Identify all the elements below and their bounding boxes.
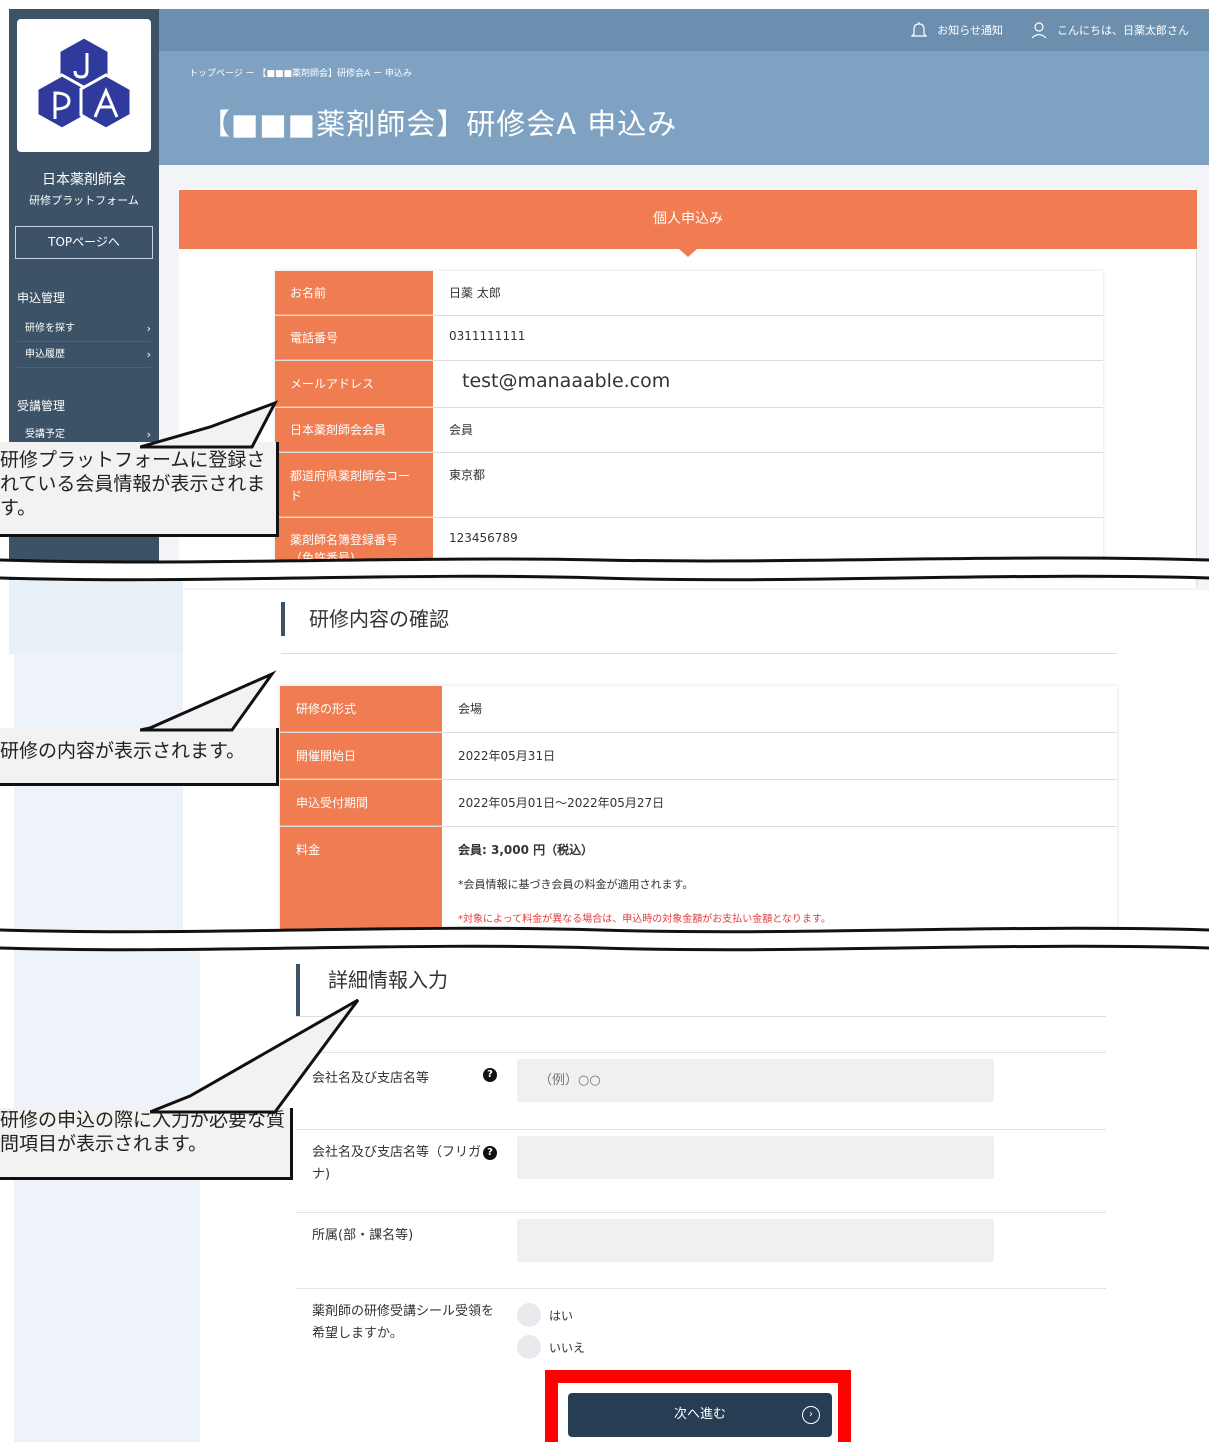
- callout-member-info: 研修プラットフォームに登録されている会員情報が表示されます。: [0, 442, 279, 537]
- radio-no[interactable]: いいえ: [517, 1335, 585, 1359]
- affiliation-input[interactable]: [517, 1219, 994, 1262]
- row-label: 都道府県薬剤師会コード: [275, 453, 433, 517]
- section-title: 研修内容の確認: [281, 602, 449, 636]
- radio-label: いいえ: [549, 1340, 586, 1355]
- radio-circle: [517, 1335, 541, 1359]
- callout-pointer: [140, 400, 279, 449]
- row-value: 東京都: [449, 468, 486, 482]
- top-bar: お知らせ通知 こんにちは、日薬太郎さん: [159, 9, 1209, 51]
- fee-amount: 会員: 3,000 円（税込）: [458, 843, 594, 857]
- panel-arrow: [679, 249, 697, 257]
- radio-circle: [517, 1303, 541, 1327]
- row-value: 会場: [458, 702, 483, 716]
- field-label: 所属(部・課名等): [312, 1228, 414, 1243]
- row-label: 申込受付期間: [280, 780, 442, 826]
- row-label: お名前: [275, 271, 433, 315]
- details-input-section: 詳細情報入力 会社名及び支店名等 ? 会社名及び支店名等（フリガナ) ? 所属(…: [0, 940, 1209, 1442]
- row-value: 会員: [449, 423, 474, 437]
- arrow-right-circle-icon: ›: [802, 1406, 820, 1424]
- callout-pointer: [140, 670, 277, 732]
- callout-questions: 研修の申込の際に入力が必要な質問項目が表示されます。: [0, 1108, 293, 1180]
- row-value: 2022年05月31日: [458, 749, 556, 763]
- form-row-seal: 薬剤師の研修受講シール受領を希望しますか。 はい いいえ: [296, 1288, 1106, 1368]
- help-icon[interactable]: ?: [483, 1068, 497, 1082]
- next-button-label: 次へ進む: [673, 1407, 726, 1422]
- company-input[interactable]: [517, 1059, 994, 1102]
- divider: [281, 653, 1117, 654]
- nav-section-course: 受講管理: [17, 399, 66, 413]
- greeting-text: こんにちは、日薬太郎さん: [1057, 24, 1189, 37]
- page-break-line: [0, 556, 1209, 582]
- chevron-right-icon: ›: [146, 322, 151, 335]
- company-kana-input[interactable]: [517, 1136, 994, 1179]
- form-row-company-kana: 会社名及び支店名等（フリガナ) ?: [296, 1129, 1106, 1213]
- fee-note: *会員情報に基づき会員の料金が適用されます。: [458, 878, 694, 891]
- page-title: 【■■■薬剤師会】研修会A 申込み: [201, 107, 678, 141]
- sidebar-item-label: 申込履歴: [25, 349, 65, 360]
- form-row-affiliation: 所属(部・課名等): [296, 1212, 1106, 1288]
- brand-name: 日本薬剤師会: [42, 172, 126, 188]
- user-menu[interactable]: こんにちは、日薬太郎さん: [1031, 21, 1189, 39]
- table-row: 申込受付期間 2022年05月01日〜2022年05月27日: [280, 780, 1117, 827]
- radio-yes[interactable]: はい: [517, 1303, 573, 1327]
- jpa-logo-icon: [35, 35, 133, 131]
- course-detail-table: 研修の形式 会場 開催開始日 2022年05月31日 申込受付期間 2022年0…: [280, 686, 1117, 940]
- row-value: 0311111111: [449, 329, 526, 343]
- page-header: トップページ ー 【■■■薬剤師会】研修会A ー 申込み 【■■■薬剤師会】研修…: [159, 51, 1209, 165]
- field-label: 会社名及び支店名等（フリガナ): [312, 1145, 482, 1182]
- callout-pointer: [150, 998, 360, 1114]
- callout-course-info: 研修の内容が表示されます。: [0, 728, 279, 786]
- sidebar-item-label: 受講予定: [25, 429, 65, 440]
- table-row: 電話番号 0311111111: [275, 316, 1103, 361]
- row-label: 電話番号: [275, 316, 433, 360]
- row-value: 2022年05月01日〜2022年05月27日: [458, 796, 665, 810]
- row-label: 研修の形式: [280, 686, 442, 732]
- member-info-table: お名前 日薬 太郎 電話番号 0311111111 メールアドレス test@m…: [275, 271, 1103, 578]
- page-break-line: [0, 926, 1209, 952]
- table-row: メールアドレス test@manaaable.com: [275, 361, 1103, 408]
- sidebar-item-label: 研修を探す: [25, 323, 75, 334]
- field-label: 薬剤師の研修受講シール受領を希望しますか。: [312, 1304, 495, 1341]
- member-info-section: 日本薬剤師会 研修プラットフォーム TOPページへ 申込管理 研修を探す › 申…: [0, 0, 1209, 590]
- fee-warning: *対象によって料金が異なる場合は、申込時の対象金額がお支払い金額となります。: [458, 914, 831, 925]
- row-label: 開催開始日: [280, 733, 442, 779]
- sidebar-bg: [9, 580, 183, 654]
- table-row: 都道府県薬剤師会コード 東京都: [275, 453, 1103, 518]
- sidebar-item-history[interactable]: 申込履歴 ›: [17, 342, 151, 368]
- table-row: 開催開始日 2022年05月31日: [280, 733, 1117, 780]
- brand-subtitle: 研修プラットフォーム: [29, 194, 139, 207]
- divider: [296, 1016, 1106, 1017]
- help-icon[interactable]: ?: [483, 1146, 497, 1160]
- breadcrumb[interactable]: トップページ ー 【■■■薬剤師会】研修会A ー 申込み: [189, 66, 412, 79]
- row-value: 日薬 太郎: [449, 286, 501, 300]
- user-icon: [1031, 22, 1047, 39]
- jpa-logo[interactable]: [17, 19, 151, 152]
- personal-panel-title: 個人申込み: [179, 190, 1197, 249]
- table-row: 日本薬剤師会会員 会員: [275, 408, 1103, 453]
- table-row: お名前 日薬 太郎: [275, 271, 1103, 316]
- nav-section-apply: 申込管理: [17, 291, 66, 305]
- sidebar-item-search-course[interactable]: 研修を探す ›: [17, 316, 151, 342]
- top-page-button[interactable]: TOPページへ: [15, 226, 153, 259]
- bell-icon: [911, 22, 928, 37]
- next-button[interactable]: 次へ進む ›: [568, 1393, 832, 1437]
- radio-label: はい: [549, 1308, 574, 1323]
- course-info-section: 研修内容の確認 研修の形式 会場 開催開始日 2022年05月31日 申込受付期…: [0, 580, 1209, 940]
- table-row: 研修の形式 会場: [280, 686, 1117, 733]
- notification-link[interactable]: お知らせ通知: [911, 21, 1003, 39]
- row-value: test@manaaable.com: [462, 370, 671, 392]
- form-row-company: 会社名及び支店名等 ?: [296, 1052, 1106, 1130]
- notification-label: お知らせ通知: [937, 24, 1003, 37]
- chevron-right-icon: ›: [146, 348, 151, 361]
